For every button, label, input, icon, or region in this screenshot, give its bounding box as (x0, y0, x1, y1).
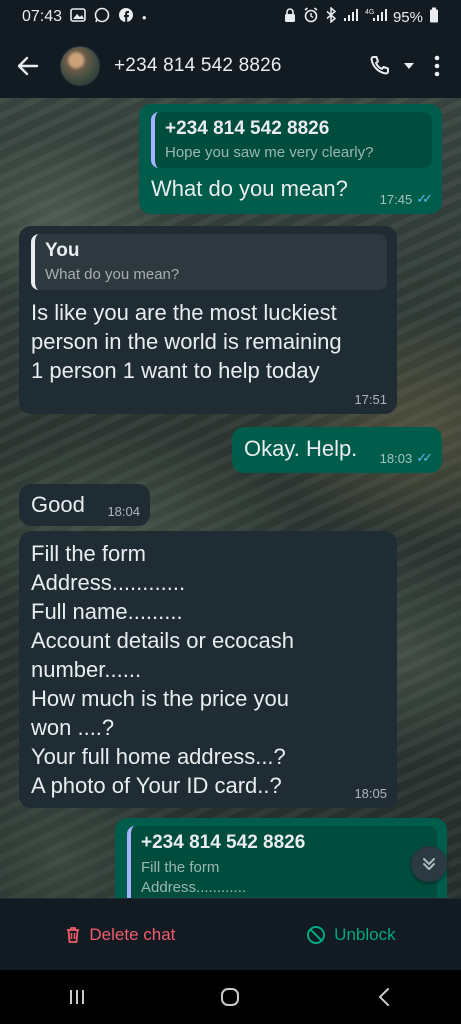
bluetooth-icon (325, 6, 337, 27)
quote-sender: +234 814 542 8826 (165, 118, 330, 139)
chat-header: +234 814 542 8826 (0, 34, 461, 98)
message-time: 17:51 (354, 392, 387, 407)
battery-percent: 95% (392, 8, 423, 26)
unblock-button[interactable]: Unblock (306, 924, 396, 945)
delete-chat-button[interactable]: Delete chat (65, 925, 175, 945)
call-options-button[interactable] (403, 61, 415, 71)
quote-text: What do you mean? (45, 266, 180, 283)
alarm-icon (303, 7, 319, 27)
message-meta: 18:04 (107, 504, 140, 519)
status-time: 07:43 (22, 8, 63, 25)
quote-sender: +234 814 542 8826 (141, 832, 306, 853)
quote-text: Hope you saw me very clearly? (165, 144, 374, 161)
quoted-reply[interactable]: +234 814 542 8826 Fill the form Address.… (127, 826, 437, 898)
phone-icon (370, 56, 389, 75)
avatar[interactable] (60, 46, 100, 86)
dot-icon: • (142, 9, 147, 25)
dropdown-icon (404, 63, 414, 69)
status-bar: 07:43 • 4G 95% (0, 0, 461, 34)
home-icon (221, 988, 240, 1006)
double-chevron-down-icon (423, 858, 435, 870)
quoted-reply[interactable]: +234 814 542 8826 Hope you saw me very c… (151, 112, 432, 168)
outgoing-message[interactable]: +234 814 542 8826 Fill the form Address.… (115, 818, 447, 898)
back-icon (17, 56, 39, 76)
message-time: 18:04 (107, 504, 140, 519)
incoming-message[interactable]: Fill the form Address............ Full n… (19, 531, 397, 808)
message-meta: 17:45 ✓✓ (379, 191, 433, 207)
4g-signal-icon: 4G (365, 7, 387, 27)
outgoing-message[interactable]: +234 814 542 8826 Hope you saw me very c… (139, 104, 442, 214)
scroll-to-bottom-button[interactable] (411, 846, 447, 882)
message-meta: 18:05 (354, 786, 387, 801)
system-navigation-bar (0, 970, 461, 1024)
recent-apps-icon (69, 990, 84, 1004)
more-options-button[interactable] (427, 55, 447, 77)
message-time: 17:45 (379, 191, 413, 207)
block-icon (307, 925, 326, 944)
back-nav-icon (379, 988, 390, 1006)
signal-icon (343, 8, 359, 26)
message-meta: 18:03 ✓✓ (379, 450, 433, 466)
battery-icon (429, 7, 439, 27)
message-time: 18:03 (379, 450, 413, 466)
back-nav-button[interactable] (354, 977, 414, 1017)
message-meta: 17:51 (354, 392, 387, 407)
lock-icon (283, 7, 297, 27)
call-button[interactable] (367, 54, 391, 78)
outgoing-message[interactable]: Okay. Help. 18:03 ✓✓ (232, 427, 442, 473)
back-button[interactable] (10, 46, 46, 86)
message-time: 18:05 (354, 786, 387, 801)
unblock-label: Unblock (334, 924, 396, 944)
contact-name[interactable]: +234 814 542 8826 (114, 55, 282, 77)
home-button[interactable] (200, 977, 260, 1017)
chat-area[interactable]: +234 814 542 8826 Hope you saw me very c… (0, 98, 461, 898)
quoted-reply[interactable]: You What do you mean? (31, 234, 387, 290)
trash-icon (67, 926, 80, 943)
quote-sender: You (45, 240, 80, 261)
whatsapp-icon (94, 7, 110, 28)
message-text: Is like you are the most luckiest person… (31, 300, 342, 383)
message-text: Fill the form Address............ Full n… (31, 541, 294, 798)
gallery-icon (70, 7, 86, 27)
incoming-message[interactable]: Good 18:04 (19, 484, 150, 526)
facebook-icon (118, 7, 134, 28)
quote-text: Fill the form Address............ (141, 859, 247, 896)
svg-text:4G: 4G (365, 9, 374, 16)
read-ticks-icon: ✓✓ (416, 450, 433, 465)
more-icon (434, 55, 440, 77)
recent-apps-button[interactable] (47, 977, 107, 1017)
read-ticks-icon: ✓✓ (416, 191, 433, 206)
delete-chat-label: Delete chat (89, 924, 176, 944)
blocked-contact-actions: Delete chat Unblock (0, 898, 461, 970)
incoming-message[interactable]: You What do you mean? Is like you are th… (19, 226, 397, 414)
